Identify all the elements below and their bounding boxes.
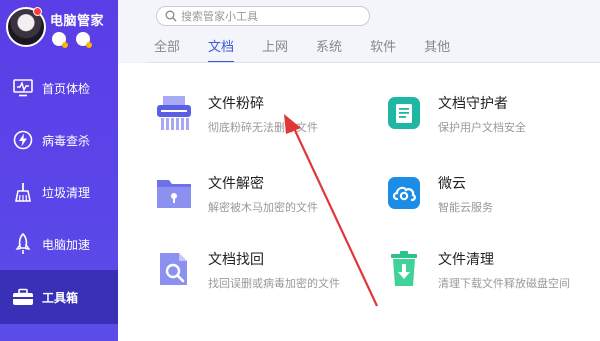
tab-system[interactable]: 系统 xyxy=(316,36,342,61)
sidebar-item-label: 病毒查杀 xyxy=(42,133,91,148)
document-guard-icon xyxy=(384,93,424,133)
main-panel: 全部 文档 上网 系统 软件 其他 文件粉碎 彻底粉碎无法删除文件 文档守护者 xyxy=(118,0,600,341)
sidebar-item-junk-clean[interactable]: 垃圾清理 xyxy=(0,166,118,218)
shredder-icon xyxy=(154,93,194,133)
tool-description: 清理下载文件释放磁盘空间 xyxy=(438,277,570,290)
tool-title: 文档守护者 xyxy=(438,96,508,112)
notification-dot xyxy=(33,7,42,16)
sidebar-item-virus-scan[interactable]: 病毒查杀 xyxy=(0,114,118,166)
tool-document-recovery[interactable]: 文档找回 找回误删或病毒加密的文件 xyxy=(154,249,340,291)
search-input[interactable] xyxy=(181,9,361,23)
sidebar-item-label: 首页体检 xyxy=(42,81,91,96)
tool-title: 文件清理 xyxy=(438,252,494,268)
trash-download-icon xyxy=(384,249,424,289)
tab-software[interactable]: 软件 xyxy=(370,36,396,61)
profile-badges xyxy=(52,32,92,48)
sidebar-item-home-check[interactable]: 首页体检 xyxy=(0,62,118,114)
tab-internet[interactable]: 上网 xyxy=(262,36,288,61)
sidebar-nav: 首页体检 病毒查杀 垃圾清理 电脑加速 工具箱 xyxy=(0,62,118,324)
tool-description: 找回误删或病毒加密的文件 xyxy=(208,277,340,290)
tool-description: 彻底粉碎无法删除文件 xyxy=(208,121,318,134)
profile: 电脑管家 xyxy=(0,0,118,62)
search-icon xyxy=(165,7,177,26)
topbar: 全部 文档 上网 系统 软件 其他 xyxy=(118,0,600,63)
tool-weiyun[interactable]: 微云 智能云服务 xyxy=(384,173,493,215)
profile-name: 电脑管家 xyxy=(50,14,105,29)
category-tabs: 全部 文档 上网 系统 软件 其他 xyxy=(154,36,478,63)
tool-description: 保护用户文档安全 xyxy=(438,121,526,134)
sidebar: 电脑管家 首页体检 病毒查杀 垃圾清理 电脑加速 工具箱 xyxy=(0,0,118,341)
tool-grid: 文件粉碎 彻底粉碎无法删除文件 文档守护者 保护用户文档安全 文件解密 解密被木… xyxy=(118,63,600,341)
tool-description: 智能云服务 xyxy=(438,201,493,214)
level-badge-icon[interactable] xyxy=(76,32,92,48)
tool-file-decrypt[interactable]: 文件解密 解密被木马加密的文件 xyxy=(154,173,318,215)
tool-document-guard[interactable]: 文档守护者 保护用户文档安全 xyxy=(384,93,526,135)
tab-documents[interactable]: 文档 xyxy=(208,36,235,63)
sidebar-item-label: 电脑加速 xyxy=(42,237,91,252)
vip-badge-icon[interactable] xyxy=(52,32,68,48)
broom-icon xyxy=(12,181,34,203)
lightning-shield-icon xyxy=(12,129,34,151)
tool-file-clean[interactable]: 文件清理 清理下载文件释放磁盘空间 xyxy=(384,249,570,291)
sidebar-item-toolbox[interactable]: 工具箱 xyxy=(0,270,118,324)
tool-title: 文档找回 xyxy=(208,252,264,268)
tool-file-shredder[interactable]: 文件粉碎 彻底粉碎无法删除文件 xyxy=(154,93,318,135)
rocket-icon xyxy=(12,233,34,255)
folder-lock-icon xyxy=(154,173,194,213)
sidebar-item-speedup[interactable]: 电脑加速 xyxy=(0,218,118,270)
cloud-icon xyxy=(384,173,424,213)
sidebar-item-label: 垃圾清理 xyxy=(42,185,91,200)
tab-all[interactable]: 全部 xyxy=(154,36,180,61)
document-search-icon xyxy=(154,249,194,289)
tab-other[interactable]: 其他 xyxy=(424,36,450,61)
monitor-check-icon xyxy=(12,77,34,99)
sidebar-item-label: 工具箱 xyxy=(42,290,79,305)
tool-title: 文件解密 xyxy=(208,176,264,192)
search-box[interactable] xyxy=(156,6,370,26)
toolbox-icon xyxy=(12,286,34,308)
tool-title: 微云 xyxy=(438,176,466,192)
tool-title: 文件粉碎 xyxy=(208,96,264,112)
tool-description: 解密被木马加密的文件 xyxy=(208,201,318,214)
